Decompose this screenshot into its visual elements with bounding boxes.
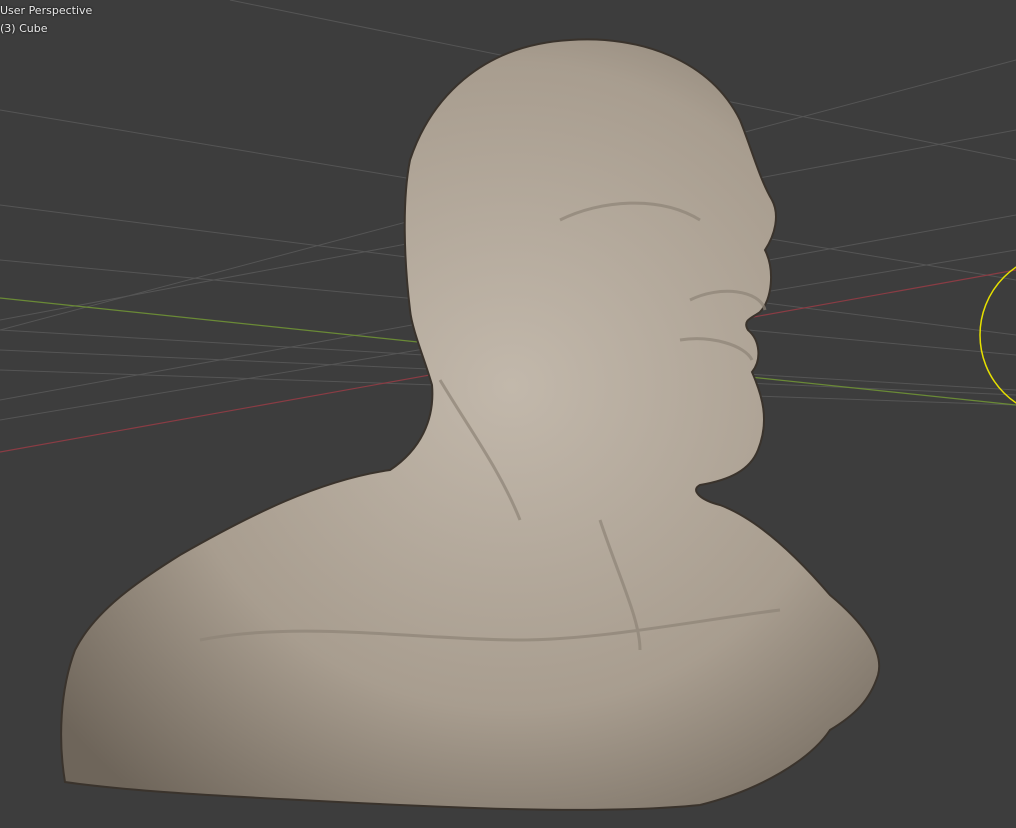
view-name-label: User Perspective <box>0 4 93 17</box>
sculpt-bust-mesh[interactable] <box>60 38 881 811</box>
light-gizmo[interactable] <box>979 253 1016 417</box>
3d-viewport[interactable] <box>0 0 1016 828</box>
active-object-label: (3) Cube <box>0 22 48 35</box>
